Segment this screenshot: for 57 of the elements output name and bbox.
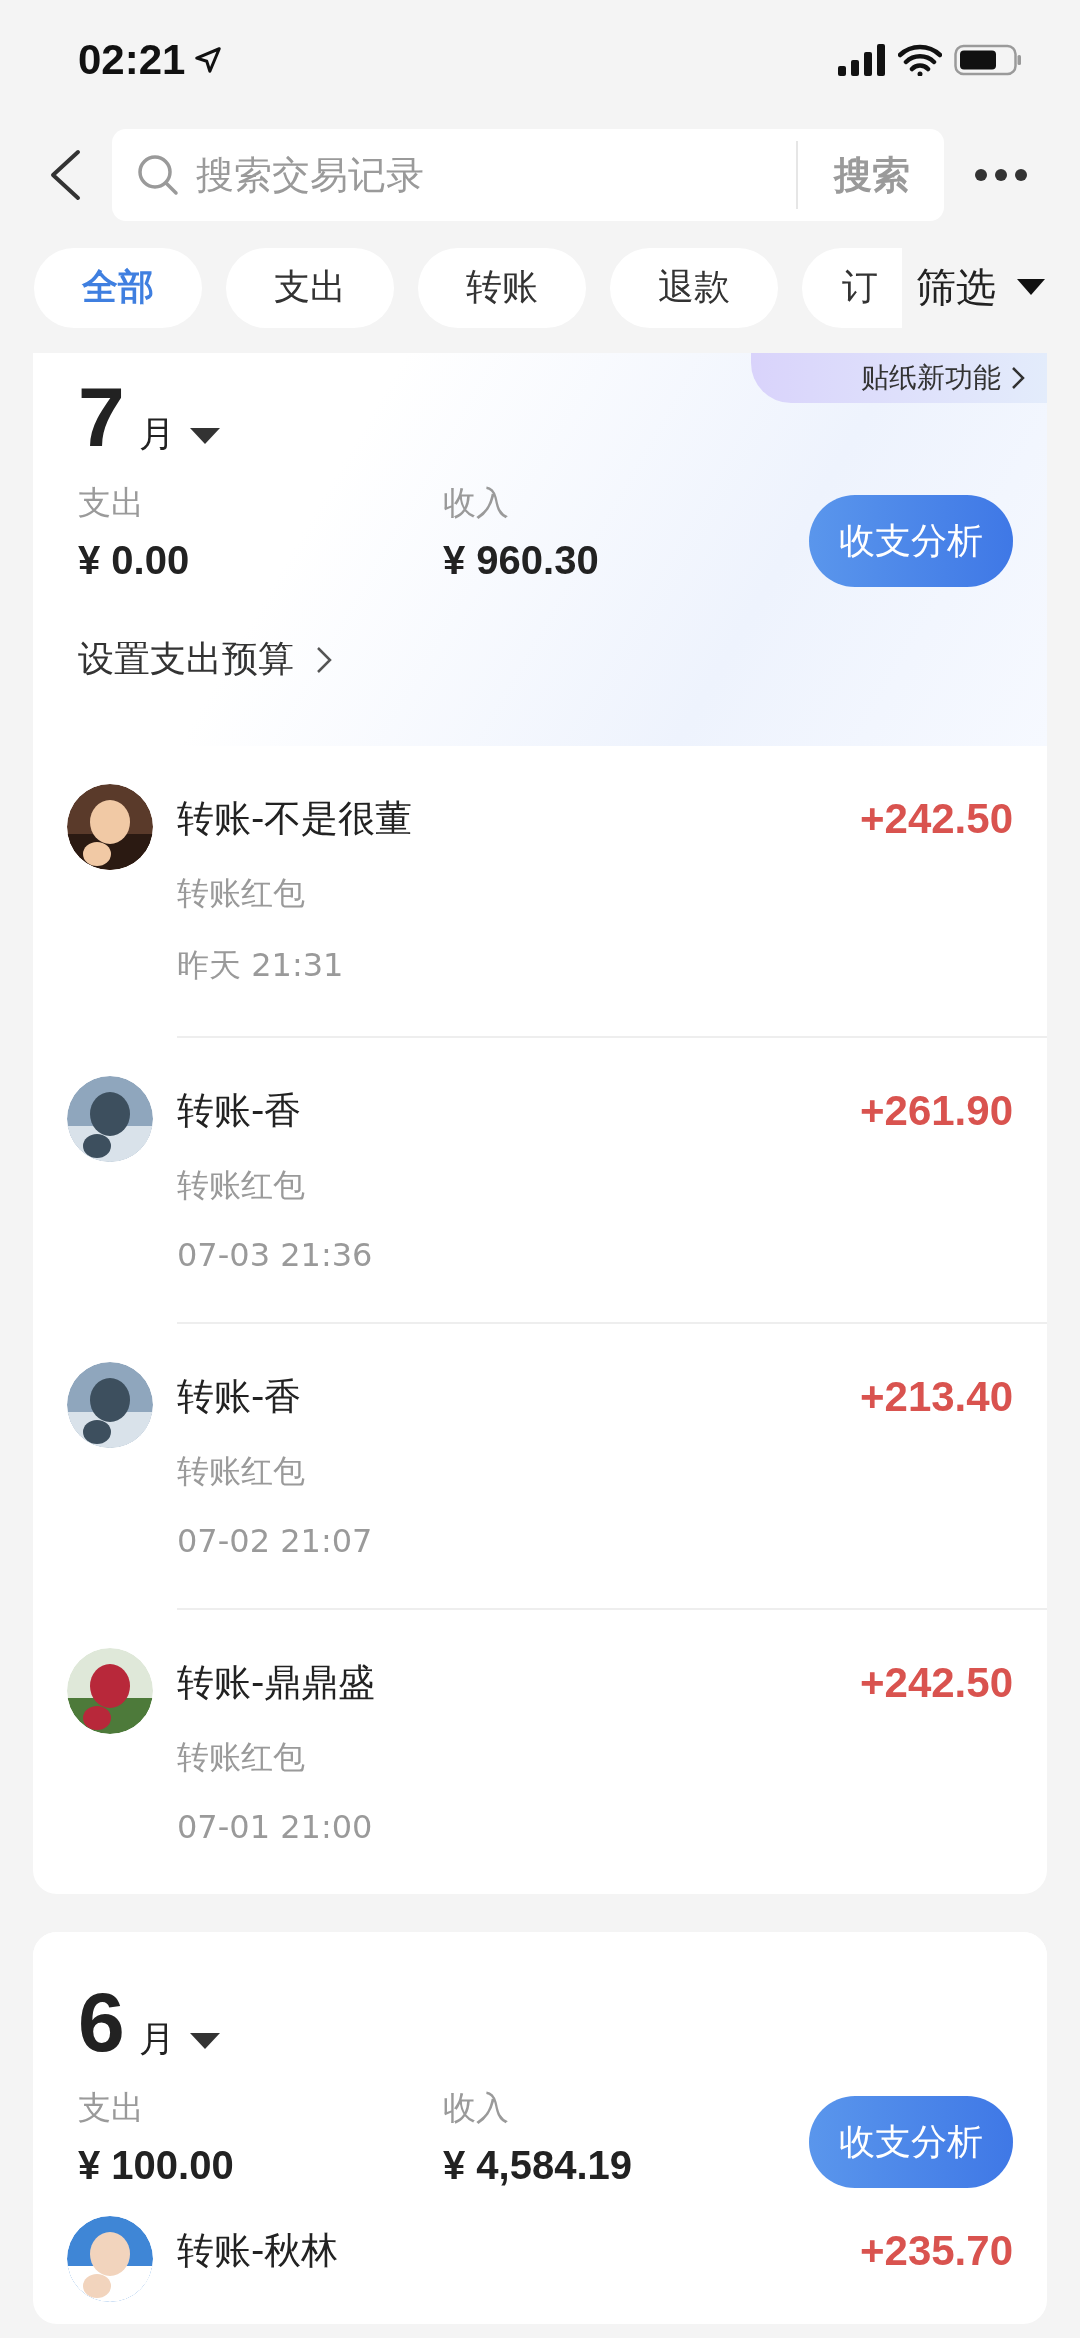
back-icon[interactable] [48, 149, 82, 201]
expense-value: ¥ 100.00 [78, 2143, 235, 2188]
caret-icon[interactable] [188, 426, 221, 446]
transaction-row[interactable]: 转账-香 +261.90 转账红包 07-03 21:36 [33, 1038, 1047, 1324]
filter-tab[interactable]: 全部 [34, 247, 202, 328]
transaction-row[interactable]: 转账-秋林 +235.70 [33, 2188, 1047, 2324]
caret-icon [1016, 277, 1046, 297]
transaction-type: 转账红包 [177, 1737, 305, 1778]
transaction-amount: +213.40 [860, 1373, 1013, 1421]
filter-tab[interactable]: 订 [802, 247, 902, 328]
transaction-row[interactable]: 转账-不是很董 +242.50 转账红包 昨天 21:31 [33, 746, 1047, 1038]
chevron-icon [316, 645, 332, 674]
transaction-title: 转账-秋林 [177, 2228, 339, 2274]
transaction-time: 07-03 21:36 [177, 1236, 373, 1274]
transaction-type: 转账红包 [177, 1451, 305, 1492]
sticker-banner[interactable]: 贴纸新功能 [751, 353, 1047, 403]
transaction-amount: +242.50 [860, 795, 1013, 843]
income-value: ¥ 4,584.19 [443, 2143, 634, 2188]
transaction-amount: +235.70 [860, 2227, 1013, 2275]
budget-link[interactable]: 设置支出预算 [78, 635, 332, 724]
transaction-time: 昨天 21:31 [177, 945, 344, 986]
month-unit[interactable]: 月 [138, 2015, 175, 2064]
transaction-title: 转账-香 [177, 1374, 302, 1420]
transaction-title: 转账-香 [177, 1088, 302, 1134]
wifi-icon [898, 44, 942, 76]
transaction-type: 转账红包 [177, 1165, 305, 1206]
analysis-button[interactable]: 收支分析 [809, 495, 1013, 587]
income-label: 收入 [443, 2087, 510, 2129]
search-icon [136, 153, 180, 197]
status-time: 02:21 [78, 36, 186, 84]
month-number[interactable]: 7 [78, 367, 125, 467]
location-arrow-icon [193, 45, 224, 75]
transaction-title: 转账-鼎鼎盛 [177, 1660, 376, 1706]
transaction-time: 07-02 21:07 [177, 1522, 373, 1560]
transaction-title: 转账-不是很董 [177, 796, 413, 842]
filter-tab[interactable]: 退款 [610, 247, 778, 328]
transaction-row[interactable]: 转账-香 +213.40 转账红包 07-02 21:07 [33, 1324, 1047, 1610]
battery-icon [954, 44, 1022, 76]
transaction-row[interactable]: 转账-鼎鼎盛 +242.50 转账红包 07-01 21:00 [33, 1610, 1047, 1894]
income-value: ¥ 960.30 [443, 538, 600, 583]
income-label: 收入 [443, 482, 510, 524]
analysis-button[interactable]: 收支分析 [809, 2096, 1013, 2188]
transaction-amount: +242.50 [860, 1659, 1013, 1707]
expense-value: ¥ 0.00 [78, 538, 191, 583]
signal-icon [838, 44, 886, 76]
month-unit[interactable]: 月 [138, 410, 175, 459]
month-number[interactable]: 6 [78, 1972, 125, 2072]
chevron-icon [1011, 366, 1025, 390]
transaction-type: 转账红包 [177, 873, 305, 914]
transaction-time: 07-01 21:00 [177, 1808, 373, 1846]
expense-label: 支出 [78, 482, 145, 524]
transaction-amount: +261.90 [860, 1087, 1013, 1135]
filter-tab[interactable]: 转账 [418, 247, 586, 328]
caret-icon[interactable] [188, 2031, 221, 2051]
more-icon[interactable] [974, 168, 1028, 182]
expense-label: 支出 [78, 2087, 145, 2129]
filter-tab[interactable]: 支出 [226, 247, 394, 328]
